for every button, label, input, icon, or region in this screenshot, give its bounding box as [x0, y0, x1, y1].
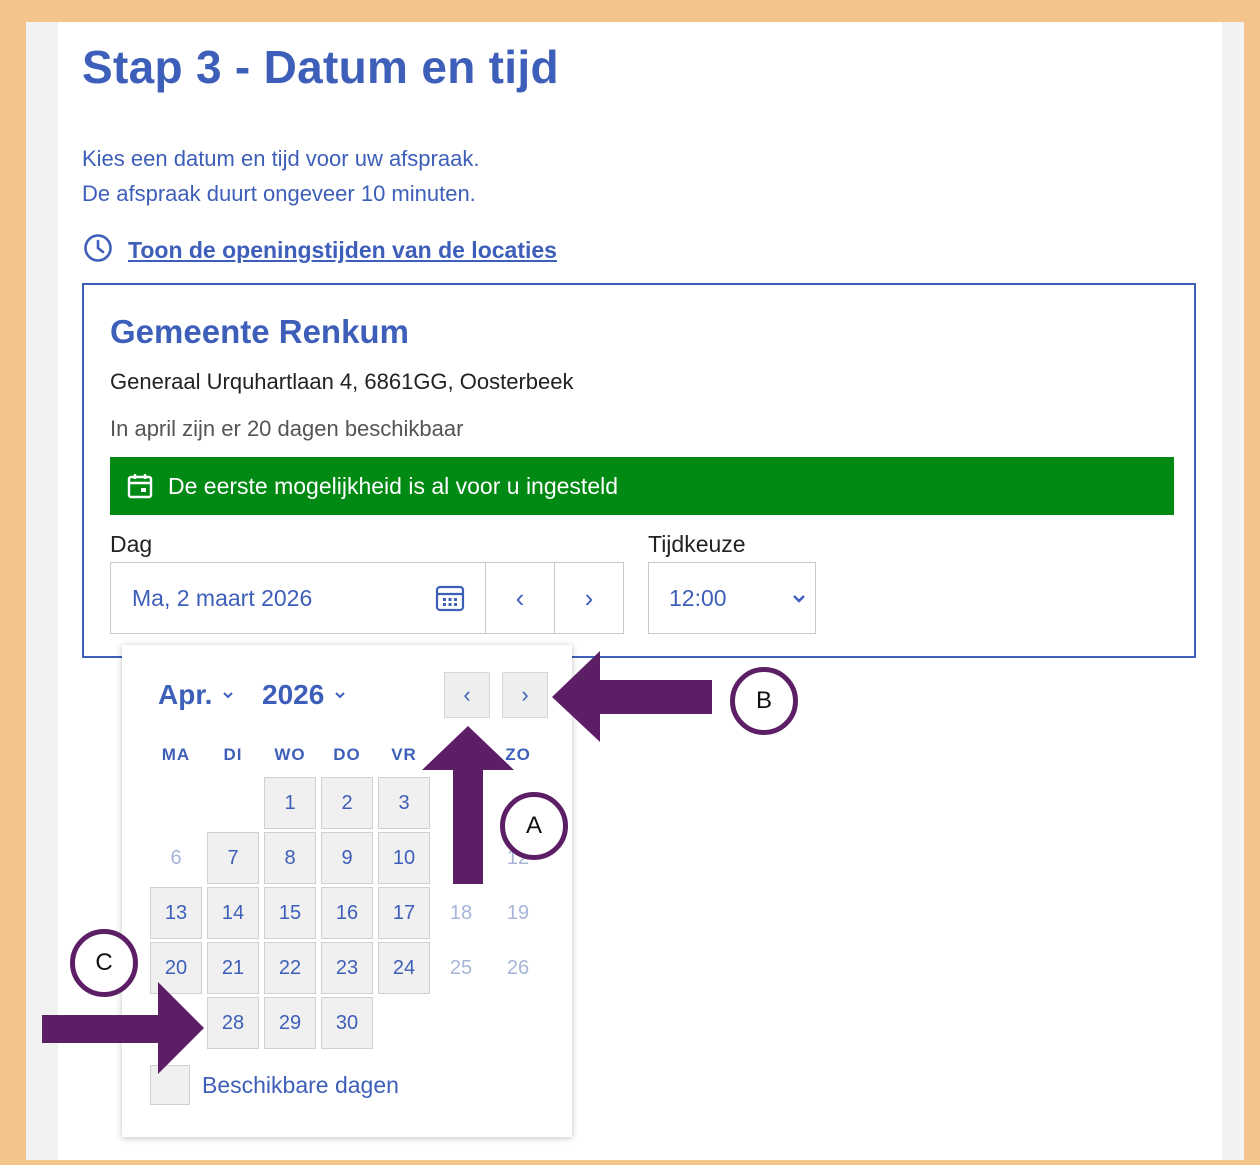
annotation-arrows — [42, 651, 712, 1074]
annotation-b: B — [730, 667, 798, 735]
arrow-b — [552, 651, 712, 742]
annotation-c: C — [70, 929, 138, 997]
arrow-c — [42, 982, 204, 1074]
annotation-a: A — [500, 792, 568, 860]
arrow-a — [422, 726, 514, 884]
